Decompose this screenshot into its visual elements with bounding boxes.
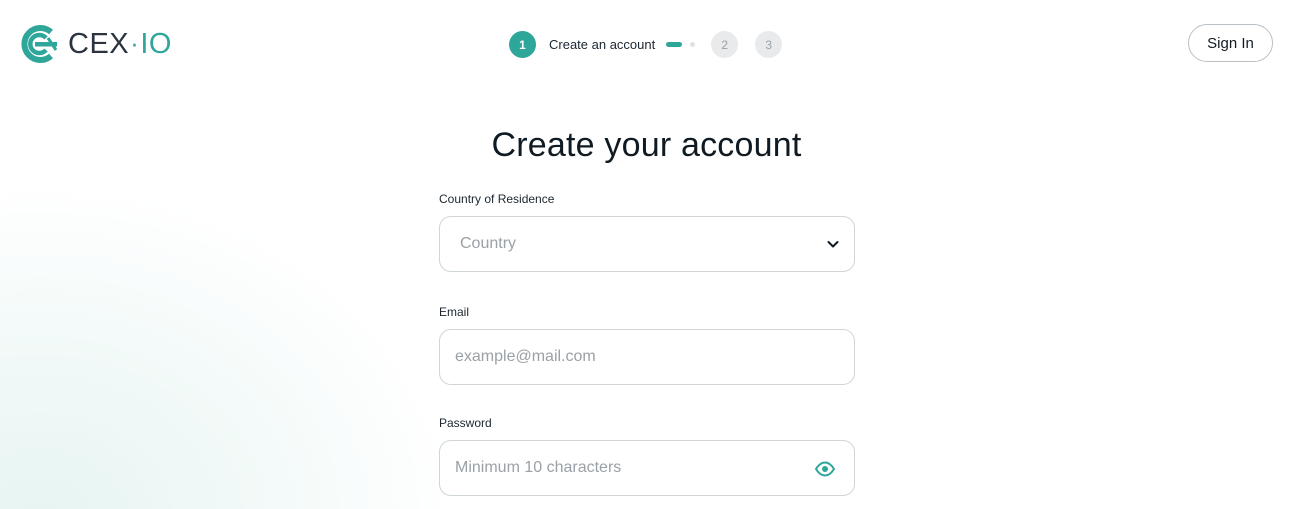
email-label: Email [439,305,470,319]
signup-form: Country of Residence Country Email Passw… [439,190,855,496]
step-2-indicator: 2 [711,31,739,58]
password-field[interactable] [455,459,775,477]
logo-wordmark: CEX · IO [68,28,172,61]
step-progress [666,42,696,47]
chevron-down-icon [827,241,839,248]
password-field-wrapper [439,440,855,496]
cex-logo-icon [21,25,58,63]
email-field[interactable] [455,348,775,366]
step-progress-filled [666,42,683,47]
logo[interactable]: CEX · IO [18,23,172,65]
password-label: Password [439,416,492,430]
step-1-indicator: 1 [509,31,536,58]
logo-separator: · [130,27,140,58]
email-field-wrapper [439,329,855,385]
step-1-label: Create an account [549,37,656,52]
sign-in-button[interactable]: Sign In [1188,24,1273,62]
header: CEX · IO 1 Create an account 2 3 Sign In [0,0,1300,88]
logo-text-io: IO [140,27,172,60]
country-label: Country of Residence [439,192,555,206]
page-title: Create your account [491,126,802,164]
country-select[interactable]: Country [439,216,855,272]
logo-text-cex: CEX [68,27,130,60]
signup-stepper: 1 Create an account 2 3 [509,31,783,58]
step-progress-remaining [690,42,696,47]
country-select-placeholder: Country [460,235,517,252]
eye-icon[interactable] [814,458,836,480]
step-3-indicator: 3 [755,31,783,58]
